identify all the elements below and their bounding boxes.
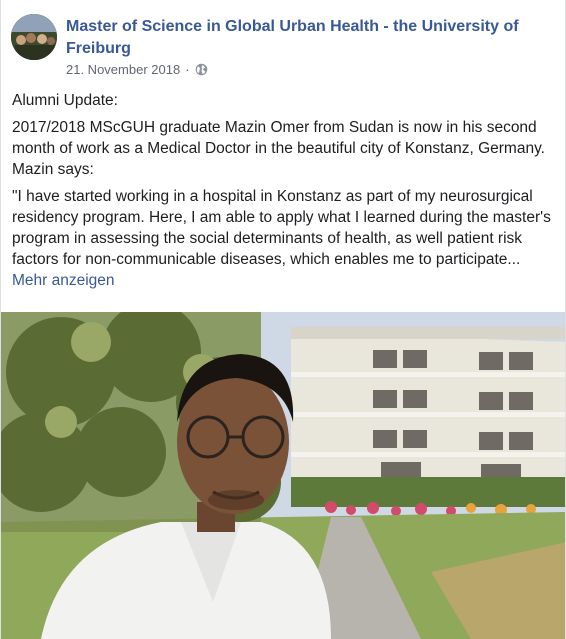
- page-avatar[interactable]: [11, 14, 57, 60]
- post-photo[interactable]: [1, 312, 565, 639]
- post-paragraph: 2017/2018 MScGUH graduate Mazin Omer fro…: [12, 119, 545, 178]
- post-paragraph: "I have started working in a hospital in…: [12, 186, 552, 291]
- globe-icon[interactable]: [195, 63, 208, 76]
- see-more-link[interactable]: Mehr anzeigen: [12, 272, 115, 289]
- post-paragraph-text: "I have started working in a hospital in…: [12, 188, 551, 268]
- post-date[interactable]: 21. November 2018: [66, 62, 180, 77]
- post-header: Master of Science in Global Urban Health…: [11, 14, 536, 77]
- post-meta: 21. November 2018 ·: [66, 62, 536, 77]
- page-name-link[interactable]: Master of Science in Global Urban Health…: [66, 16, 536, 60]
- post-body: Alumni Update: 2017/2018 MScGUH graduate…: [12, 90, 552, 297]
- meta-separator: ·: [185, 62, 190, 77]
- facebook-post: Master of Science in Global Urban Health…: [0, 0, 566, 639]
- post-paragraph: Alumni Update:: [12, 92, 118, 109]
